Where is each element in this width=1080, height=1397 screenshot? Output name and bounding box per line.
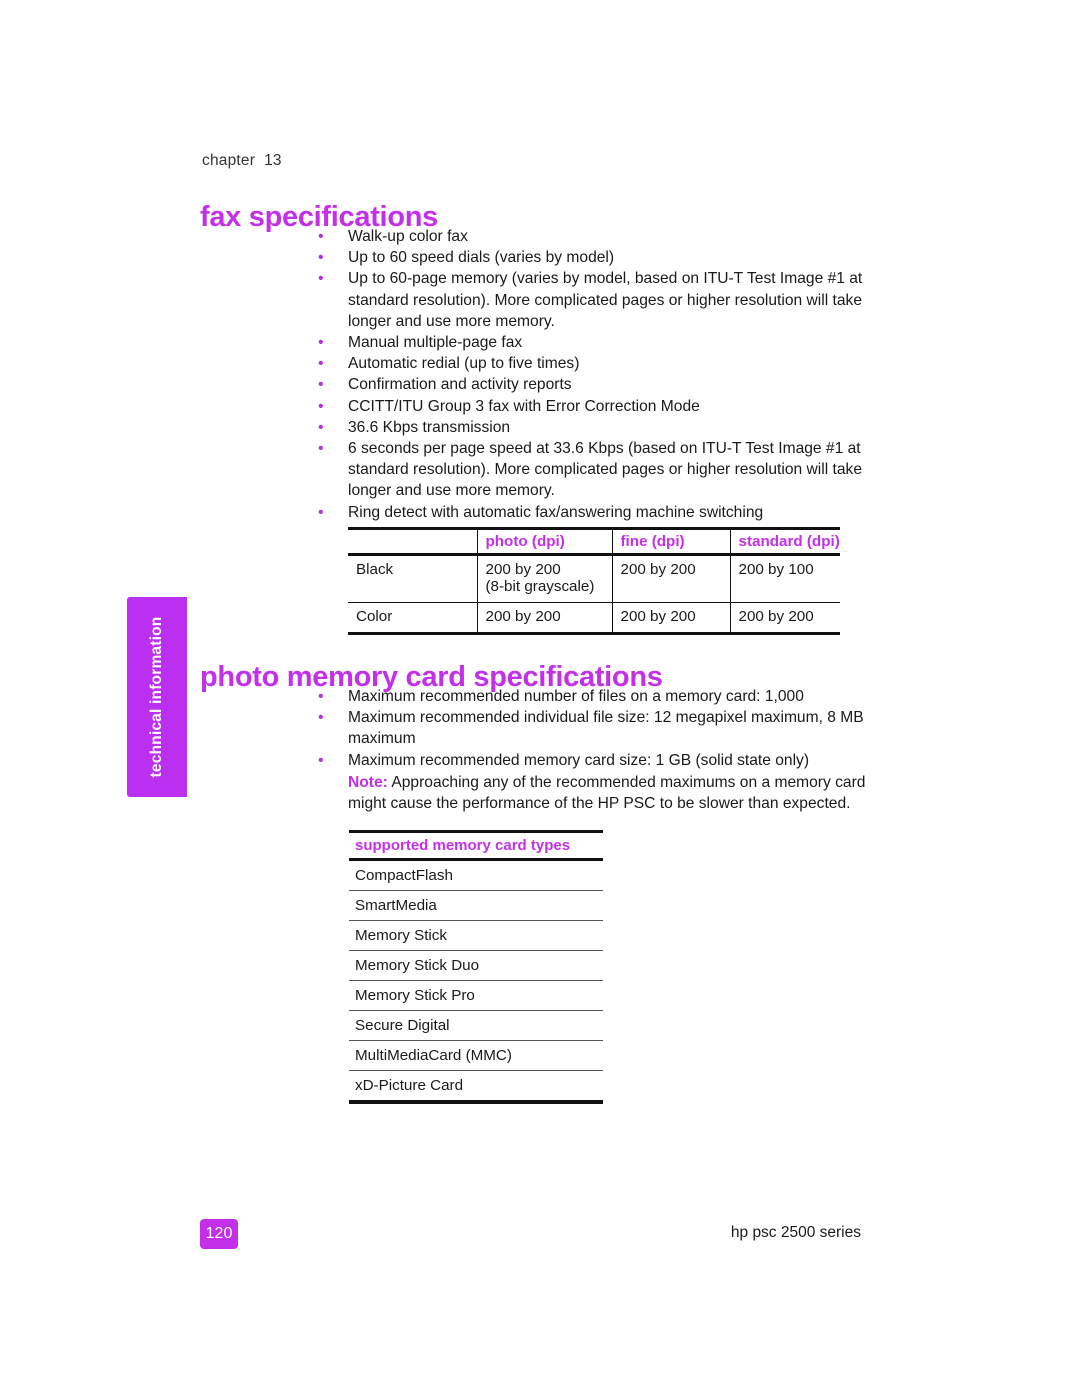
document-page: chapter 13 fax specifications • Walk-up … — [0, 0, 1080, 1397]
table-row: xD-Picture Card — [349, 1070, 603, 1104]
bullet-dot-icon: • — [318, 355, 324, 373]
bullet-dot-icon: • — [318, 418, 324, 436]
table-row: Memory Stick Duo — [349, 950, 603, 981]
column-header-fine: fine (dpi) — [611, 527, 730, 556]
list-item-text: Manual multiple-page fax — [348, 334, 523, 352]
list-item: • Ring detect with automatic fax/answeri… — [316, 502, 872, 523]
card-type-cell: Secure Digital — [349, 1010, 603, 1041]
bullet-dot-icon: • — [318, 249, 324, 267]
list-item: • Walk-up color fax — [316, 226, 872, 247]
table-row: CompactFlash — [349, 859, 603, 891]
list-item-text: Up to 60-page memory (varies by model, b… — [348, 270, 863, 330]
cell-black-photo: 200 by 200 (8-bit grayscale) — [476, 554, 612, 603]
list-item-text: Confirmation and activity reports — [348, 376, 572, 394]
list-item-text: Maximum recommended number of files on a… — [348, 688, 804, 705]
table-row: Color 200 by 200 200 by 200 200 by 200 — [348, 602, 840, 635]
cell-color-photo: 200 by 200 — [476, 602, 612, 635]
footer-product-name: hp psc 2500 series — [730, 1224, 861, 1241]
list-item-text: 36.6 Kbps transmission — [348, 418, 511, 436]
column-header-photo: photo (dpi) — [476, 527, 612, 556]
bullet-dot-icon: • — [318, 228, 324, 245]
card-type-cell: xD-Picture Card — [349, 1070, 603, 1104]
list-item-text: Ring detect with automatic fax/answering… — [348, 503, 764, 521]
bullet-dot-icon: • — [318, 688, 324, 705]
list-item: • Manual multiple-page fax — [316, 332, 872, 353]
table-header-row: supported memory card types — [349, 830, 603, 861]
bullet-dot-icon: • — [318, 709, 324, 727]
column-header-standard: standard (dpi) — [729, 527, 840, 556]
row-label-black: Black — [348, 554, 477, 603]
list-item: • Automatic redial (up to five times) — [316, 353, 872, 374]
cell-subvalue: (8-bit grayscale) — [485, 578, 595, 595]
list-item: • 36.6 Kbps transmission — [316, 417, 872, 438]
list-item: • Up to 60 speed dials (varies by model) — [316, 247, 872, 268]
bullet-dot-icon: • — [318, 503, 324, 521]
photo-memory-card-list: • Maximum recommended number of files on… — [316, 686, 872, 814]
fax-specifications-list: • Walk-up color fax • Up to 60 speed dia… — [316, 226, 872, 523]
table-header-row: photo (dpi) fine (dpi) standard (dpi) — [348, 527, 840, 556]
list-item: • 6 seconds per page speed at 33.6 Kbps … — [316, 438, 872, 502]
supported-memory-card-types-table: supported memory card types CompactFlash… — [349, 830, 603, 1104]
list-item-text: Walk-up color fax — [348, 228, 468, 245]
list-item-text: Automatic redial (up to five times) — [348, 355, 580, 373]
list-item: • CCITT/ITU Group 3 fax with Error Corre… — [316, 396, 872, 417]
cell-value: 200 by 200 — [485, 561, 561, 578]
column-header-blank — [348, 527, 477, 556]
list-item-text: CCITT/ITU Group 3 fax with Error Correct… — [348, 397, 700, 415]
list-item-text: Up to 60 speed dials (varies by model) — [348, 249, 615, 267]
cell-color-fine: 200 by 200 — [611, 602, 730, 635]
list-item: • Maximum recommended memory card size: … — [316, 750, 872, 771]
card-type-cell: Memory Stick — [349, 920, 603, 951]
fax-resolution-table: photo (dpi) fine (dpi) standard (dpi) Bl… — [348, 527, 840, 635]
table-row: Secure Digital — [349, 1010, 603, 1041]
note-label: Note: — [348, 773, 388, 791]
card-type-cell: CompactFlash — [349, 859, 603, 891]
bullet-dot-icon: • — [318, 376, 324, 394]
table-row: MultiMediaCard (MMC) — [349, 1040, 603, 1071]
note-paragraph: Note: Approaching any of the recommended… — [316, 772, 872, 814]
bullet-dot-icon: • — [318, 270, 324, 288]
table-row: Black 200 by 200 (8-bit grayscale) 200 b… — [348, 554, 840, 603]
column-header-supported-memory-card-types: supported memory card types — [349, 830, 603, 861]
chapter-label: chapter 13 — [202, 152, 282, 169]
list-item: • Up to 60-page memory (varies by model,… — [316, 268, 872, 332]
row-label-color: Color — [348, 602, 477, 635]
technical-information-thumb-tab: technical information — [127, 597, 187, 797]
list-item: • Maximum recommended number of files on… — [316, 686, 872, 707]
list-item: • Maximum recommended individual file si… — [316, 707, 872, 749]
card-type-cell: MultiMediaCard (MMC) — [349, 1040, 603, 1071]
cell-black-fine: 200 by 200 — [611, 554, 730, 603]
table-row: Memory Stick — [349, 920, 603, 951]
card-type-cell: Memory Stick Pro — [349, 980, 603, 1011]
bullet-dot-icon: • — [318, 440, 324, 458]
page-number-badge: 120 — [200, 1219, 238, 1249]
thumb-tab-label: technical information — [148, 616, 165, 778]
bullet-dot-icon: • — [318, 751, 324, 769]
list-item-text: Maximum recommended memory card size: 1 … — [348, 751, 810, 769]
list-item: • Confirmation and activity reports — [316, 374, 872, 395]
bullet-dot-icon: • — [318, 397, 324, 415]
bullet-dot-icon: • — [318, 334, 324, 352]
table-row: SmartMedia — [349, 890, 603, 921]
cell-black-standard: 200 by 100 — [729, 554, 840, 603]
note-text: Approaching any of the recommended maxim… — [348, 773, 866, 813]
cell-color-standard: 200 by 200 — [729, 602, 840, 635]
list-item-text: Maximum recommended individual file size… — [348, 709, 864, 748]
card-type-cell: SmartMedia — [349, 890, 603, 921]
card-type-cell: Memory Stick Duo — [349, 950, 603, 981]
table-row: Memory Stick Pro — [349, 980, 603, 1011]
list-item-text: 6 seconds per page speed at 33.6 Kbps (b… — [348, 440, 862, 500]
